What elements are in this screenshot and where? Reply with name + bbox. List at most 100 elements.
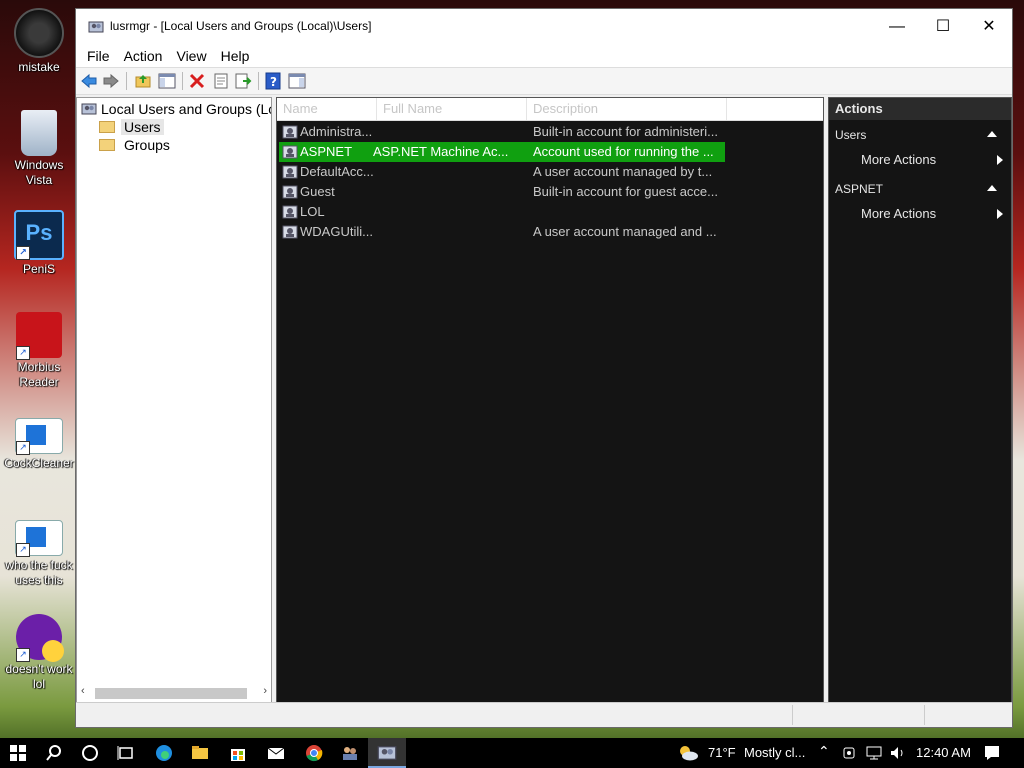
title-bar[interactable]: lusrmgr - [Local Users and Groups (Local… [76,9,1012,45]
notification-center-icon[interactable] [982,743,1002,763]
tree-pane: Local Users and Groups (Local) Users Gro… [76,97,272,703]
horizontal-scrollbar[interactable]: ‹ › [79,685,269,700]
table-row[interactable]: WDAGUtili... A user account managed and … [279,222,725,242]
up-folder-icon[interactable] [134,72,152,90]
desktop-icon-doesnt-work[interactable]: ↗ doesn't work lol [2,614,76,692]
cell-name: DefaultAcc... [300,164,374,179]
lusrmgr-window: lusrmgr - [Local Users and Groups (Local… [75,8,1013,728]
volume-icon[interactable] [888,743,908,763]
forward-arrow-icon[interactable] [102,72,120,90]
weather-cloud-moon-icon[interactable] [676,743,700,763]
toolbar-separator [182,72,183,90]
chrome-icon[interactable] [304,743,324,763]
help-icon[interactable]: ? [264,72,282,90]
user-list-pane: Name Full Name Description Administra...… [276,97,824,703]
clock-time[interactable]: 12:40 AM [916,745,971,760]
column-header-name[interactable]: Name [277,98,377,120]
scrollbar-thumb[interactable] [95,688,247,699]
menu-action[interactable]: Action [117,45,170,67]
chevron-up-icon[interactable]: ⌃ [818,743,830,760]
search-icon[interactable] [44,743,64,763]
desktop-icon-cockcleaner[interactable]: ↗ CockCleaner [2,418,76,471]
lusrmgr-taskbar-button[interactable] [368,738,406,768]
users-app-taskbar-icon[interactable] [340,743,360,763]
menu-view[interactable]: View [169,45,213,67]
close-button[interactable]: ✕ [966,9,1012,45]
network-icon[interactable] [864,743,884,763]
weather-temperature[interactable]: 71°F [708,745,736,760]
status-divider [792,705,793,725]
cell-description: Built-in account for guest acce... [533,184,718,199]
properties-icon[interactable] [212,72,230,90]
user-icon [282,225,298,239]
toolbar-separator [258,72,259,90]
delete-icon[interactable] [188,72,206,90]
desktop-icon-penis[interactable]: Ps ↗ PeniS [2,210,76,277]
tree-item-users[interactable]: Users [99,118,164,136]
show-action-pane-icon[interactable] [288,72,306,90]
messenger-icon: ↗ [16,614,64,662]
cortana-icon[interactable] [80,743,100,763]
more-actions-aspnet[interactable]: More Actions [861,206,1005,221]
actions-section-aspnet[interactable]: ASPNET [835,182,1005,196]
svg-text:?: ? [270,75,277,89]
cell-description: A user account managed by t... [533,164,713,179]
meet-now-icon[interactable] [840,743,860,763]
column-header-full-name[interactable]: Full Name [377,98,527,120]
scroll-right-icon[interactable]: › [263,685,267,697]
collapse-up-icon[interactable] [987,185,997,191]
desktop-icon-label: Windows Vista [14,158,64,187]
task-view-icon[interactable] [116,743,136,763]
cell-name: WDAGUtili... [300,224,373,239]
weather-description[interactable]: Mostly cl... [744,745,805,760]
window-app-icon: ↗ [15,418,63,455]
menu-bar: File Action View Help [76,45,1012,67]
desktop-icon-label: PeniS [22,262,56,276]
mail-icon[interactable] [266,743,286,763]
cell-description: A user account managed and ... [533,224,717,239]
menu-help[interactable]: Help [214,45,257,67]
actions-section-users[interactable]: Users [835,128,1005,142]
tree-root[interactable]: Local Users and Groups (Local) [81,100,271,118]
list-header: Name Full Name Description [277,98,823,121]
photoshop-icon: Ps ↗ [14,210,64,260]
actions-header: Actions [829,98,1011,120]
tree-root-label: Local Users and Groups (Local) [101,101,271,117]
user-icon [282,165,298,179]
store-icon[interactable] [228,743,248,763]
maximize-button[interactable]: ☐ [920,9,966,45]
desktop-icon-morbius-reader[interactable]: ↗ Morbius Reader [2,312,76,390]
toolbar: ? [76,67,1012,95]
cell-name: ASPNET [300,144,353,159]
windows-start-icon[interactable] [8,743,28,763]
submenu-arrow-icon [997,155,1003,165]
table-row-selected[interactable]: ASPNET ASP.NET Machine Ac... Account use… [279,142,725,162]
users-groups-icon [81,103,97,115]
menu-file[interactable]: File [80,45,117,67]
scroll-left-icon[interactable]: ‹ [81,685,85,697]
show-hide-tree-icon[interactable] [158,72,176,90]
tree-item-groups[interactable]: Groups [99,136,173,154]
cell-full-name: ASP.NET Machine Ac... [373,144,509,159]
column-header-description[interactable]: Description [527,98,727,120]
desktop-icon-label: Morbius Reader [17,360,61,389]
desktop-icon-windows-vista[interactable]: Windows Vista [2,110,76,188]
file-explorer-icon[interactable] [190,743,210,763]
desktop-icon-label: doesn't work lol [5,662,73,691]
folder-icon [99,139,115,151]
actions-section-title: Users [835,128,867,142]
more-actions-users[interactable]: More Actions [861,152,1005,167]
table-row[interactable]: DefaultAcc... A user account managed by … [279,162,725,182]
taskbar: 71°F Mostly cl... ⌃ 12:40 AM [0,738,1024,768]
table-row[interactable]: Guest Built-in account for guest acce... [279,182,725,202]
desktop-icon-who-uses-this[interactable]: ↗ who the fuck uses this [2,520,76,588]
export-list-icon[interactable] [234,72,252,90]
desktop-icon-mistake[interactable]: mistake [2,8,76,75]
minimize-button[interactable]: — [874,9,920,45]
actions-pane: Actions Users More Actions ASPNET More A… [828,97,1012,703]
table-row[interactable]: Administra... Built-in account for admin… [279,122,725,142]
collapse-up-icon[interactable] [987,131,997,137]
table-row[interactable]: LOL [279,202,725,222]
edge-icon[interactable] [154,743,174,763]
back-arrow-icon[interactable] [80,72,98,90]
